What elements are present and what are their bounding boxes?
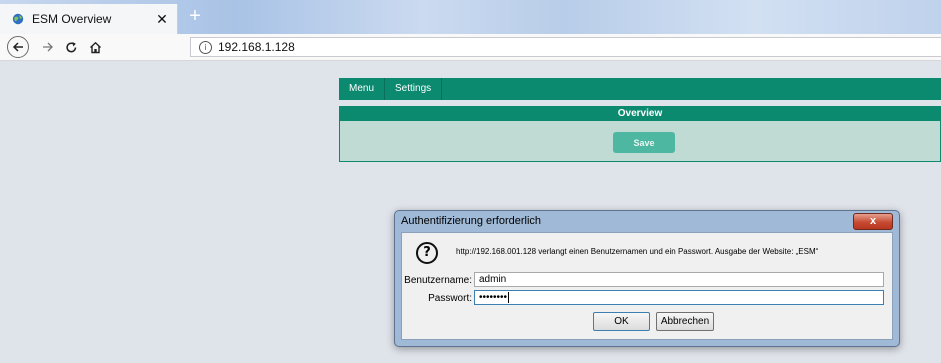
url-bar[interactable]: i 192.168.1.128 [190, 37, 941, 57]
info-icon[interactable]: i [199, 40, 212, 54]
auth-message: http://192.168.001.128 verlangt einen Be… [456, 247, 819, 256]
save-button[interactable]: Save [613, 132, 675, 153]
overview-panel: Overview Save [339, 106, 941, 162]
text-caret [508, 291, 510, 303]
password-input[interactable]: •••••••• [474, 290, 884, 305]
url-text: 192.168.1.128 [218, 40, 295, 54]
menu-item-menu[interactable]: Menu [339, 78, 386, 100]
password-label: Passwort: [428, 293, 472, 304]
esm-menu-bar: Menu Settings [339, 78, 941, 100]
username-label: Benutzername: [404, 275, 472, 286]
tab-esm-overview[interactable]: ESM Overview ✕ [0, 4, 178, 34]
menu-item-settings[interactable]: Settings [385, 78, 443, 100]
username-input[interactable]: admin [474, 272, 884, 287]
password-value: •••••••• [479, 292, 508, 303]
home-icon[interactable] [84, 36, 106, 58]
auth-dialog: Authentifizierung erforderlich x ? http:… [394, 210, 900, 347]
close-tab-icon[interactable]: ✕ [153, 11, 171, 28]
question-icon: ? [416, 242, 438, 264]
tab-strip: ESM Overview ✕ + [0, 0, 941, 34]
overview-title: Overview [340, 107, 940, 121]
tab-title: ESM Overview [32, 12, 112, 26]
forward-icon[interactable] [37, 36, 59, 58]
dialog-titlebar[interactable]: Authentifizierung erforderlich [395, 211, 899, 231]
ok-button[interactable]: OK [593, 312, 650, 331]
globe-icon [12, 13, 24, 25]
dialog-title: Authentifizierung erforderlich [401, 215, 542, 227]
cancel-button[interactable]: Abbrechen [656, 312, 714, 331]
back-icon[interactable] [7, 36, 29, 58]
dialog-body: ? http://192.168.001.128 verlangt einen … [401, 232, 893, 340]
close-icon[interactable]: x [853, 213, 893, 230]
username-value: admin [479, 274, 507, 285]
reload-icon[interactable] [60, 36, 82, 58]
new-tab-icon[interactable]: + [182, 4, 208, 30]
navigation-bar: i 192.168.1.128 [0, 34, 941, 61]
